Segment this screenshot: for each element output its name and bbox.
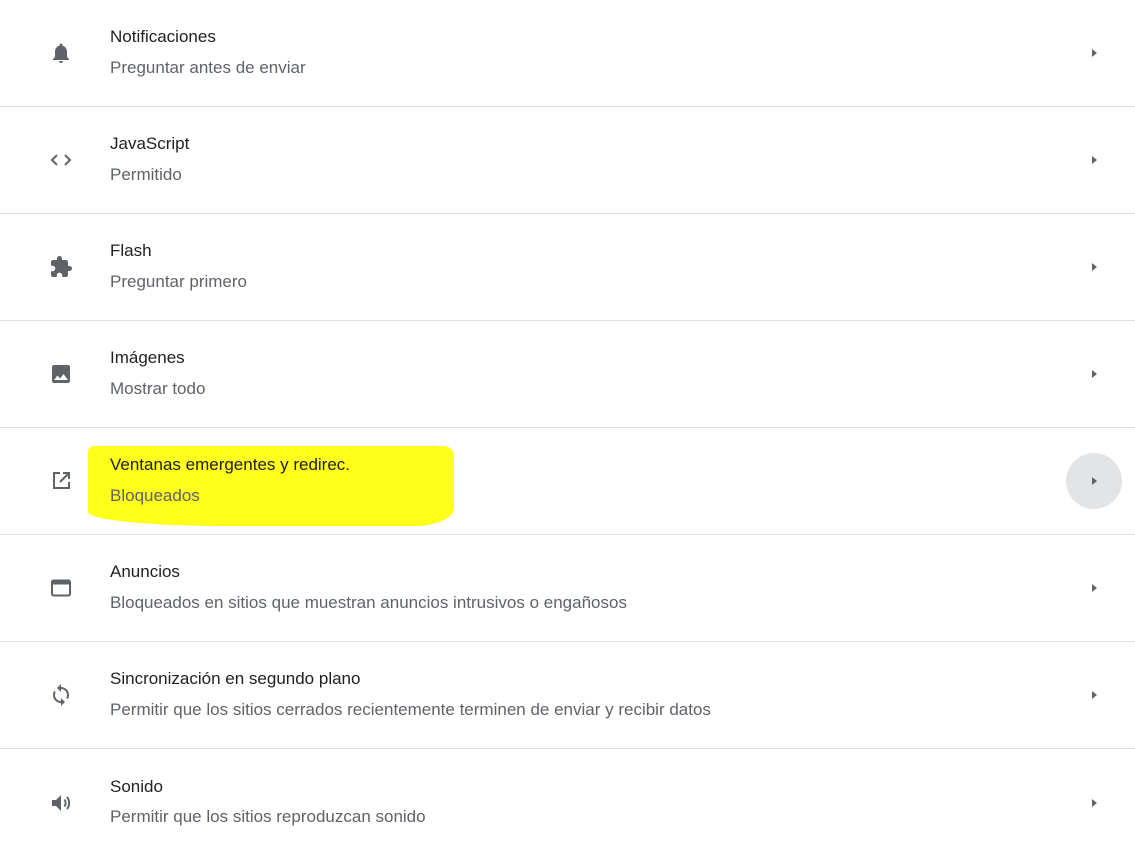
settings-row-text: Sincronización en segundo plano Permitir… bbox=[110, 668, 711, 722]
expand-arrow-button[interactable] bbox=[1066, 775, 1122, 831]
settings-row-text: Sonido Permitir que los sitios reproduzc… bbox=[110, 776, 426, 830]
settings-row-subtitle: Permitir que los sitios cerrados recient… bbox=[110, 700, 711, 719]
settings-row-text: Ventanas emergentes y redirec. Bloqueado… bbox=[88, 446, 454, 527]
settings-row-title: Flash bbox=[110, 241, 152, 261]
site-settings-list: Notificaciones Preguntar antes de enviar… bbox=[0, 0, 1135, 859]
settings-row-title: Sincronización en segundo plano bbox=[110, 669, 361, 689]
arrow-right-icon bbox=[1092, 691, 1097, 699]
settings-row-javascript[interactable]: JavaScript Permitido bbox=[0, 107, 1135, 214]
settings-row-title: Imágenes bbox=[110, 348, 185, 368]
puzzle-icon bbox=[48, 254, 74, 280]
arrow-right-icon bbox=[1092, 49, 1097, 57]
settings-row-sound[interactable]: Sonido Permitir que los sitios reproduzc… bbox=[0, 749, 1135, 856]
settings-row-images[interactable]: Imágenes Mostrar todo bbox=[0, 321, 1135, 428]
settings-row-subtitle: Permitido bbox=[110, 165, 182, 184]
arrow-right-icon bbox=[1092, 263, 1097, 271]
expand-arrow-button[interactable] bbox=[1066, 667, 1122, 723]
settings-row-subtitle: Bloqueados bbox=[110, 486, 200, 505]
settings-row-subtitle: Preguntar primero bbox=[110, 272, 248, 291]
settings-row-text: Anuncios Bloqueados en sitios que muestr… bbox=[110, 561, 627, 615]
arrow-right-icon bbox=[1092, 477, 1097, 485]
settings-row-ads[interactable]: Anuncios Bloqueados en sitios que muestr… bbox=[0, 535, 1135, 642]
settings-row-subtitle: Mostrar todo bbox=[110, 379, 206, 398]
arrow-right-icon bbox=[1092, 370, 1097, 378]
expand-arrow-button[interactable] bbox=[1066, 132, 1122, 188]
expand-arrow-button[interactable] bbox=[1066, 346, 1122, 402]
web-asset-icon bbox=[48, 575, 74, 601]
settings-row-subtitle: Bloqueados en sitios que muestran anunci… bbox=[110, 593, 627, 612]
code-icon bbox=[48, 147, 74, 173]
expand-arrow-button[interactable] bbox=[1066, 453, 1122, 509]
settings-row-notifications[interactable]: Notificaciones Preguntar antes de enviar bbox=[0, 0, 1135, 107]
settings-row-title: JavaScript bbox=[110, 134, 190, 154]
settings-row-text: Imágenes Mostrar todo bbox=[110, 347, 205, 401]
settings-row-title: Notificaciones bbox=[110, 27, 216, 47]
expand-arrow-button[interactable] bbox=[1066, 239, 1122, 295]
open-in-new-icon bbox=[48, 468, 74, 494]
bell-icon bbox=[48, 40, 74, 66]
arrow-right-icon bbox=[1092, 584, 1097, 592]
settings-row-title: Anuncios bbox=[110, 562, 180, 582]
settings-row-background-sync[interactable]: Sincronización en segundo plano Permitir… bbox=[0, 642, 1135, 749]
settings-row-text: Flash Preguntar primero bbox=[110, 240, 247, 294]
expand-arrow-button[interactable] bbox=[1066, 560, 1122, 616]
settings-row-subtitle: Preguntar antes de enviar bbox=[110, 58, 306, 77]
settings-row-title: Ventanas emergentes y redirec. bbox=[110, 455, 351, 475]
settings-row-popups[interactable]: Ventanas emergentes y redirec. Bloqueado… bbox=[0, 428, 1135, 535]
settings-row-flash[interactable]: Flash Preguntar primero bbox=[0, 214, 1135, 321]
settings-row-title: Sonido bbox=[110, 776, 163, 796]
image-icon bbox=[48, 361, 74, 387]
settings-row-subtitle: Permitir que los sitios reproduzcan soni… bbox=[110, 807, 426, 827]
expand-arrow-button[interactable] bbox=[1066, 25, 1122, 81]
sync-icon bbox=[48, 682, 74, 708]
volume-up-icon bbox=[48, 790, 74, 816]
settings-row-text: Notificaciones Preguntar antes de enviar bbox=[110, 26, 306, 80]
settings-row-text: JavaScript Permitido bbox=[110, 133, 189, 187]
arrow-right-icon bbox=[1092, 156, 1097, 164]
arrow-right-icon bbox=[1092, 798, 1097, 807]
